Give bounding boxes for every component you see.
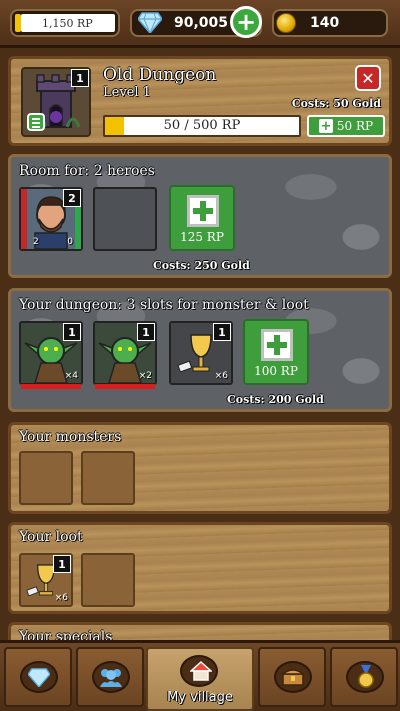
slot-quantity: ×2	[138, 371, 152, 381]
diamond-icon	[138, 12, 162, 33]
diamond-icon	[28, 668, 50, 687]
buy-gems-button[interactable]: +	[230, 6, 262, 38]
your-monsters-panel: Your monsters	[8, 422, 392, 514]
upgrade-cost: Costs: 50 Gold	[291, 97, 381, 110]
people-icon	[100, 669, 122, 687]
slot-quantity: ×6	[214, 371, 228, 381]
slot-quantity: ×4	[64, 371, 78, 381]
add-hero-slot-label: 125 RP	[180, 230, 224, 244]
gold-coin-icon	[276, 13, 296, 33]
loot-inventory-slot[interactable]: 1 ×6	[19, 553, 73, 607]
nav-shop-button[interactable]	[4, 647, 72, 707]
gold-value: 140	[310, 15, 340, 31]
nav-my-village-button[interactable]: My village	[146, 647, 254, 711]
rp-value: 1,150 RP	[42, 16, 93, 30]
monster-inventory-slot[interactable]	[81, 451, 135, 505]
slot-count-badge: 1	[213, 323, 231, 341]
hero-count-badge: 2	[63, 189, 81, 207]
bottom-navigation: My village	[0, 640, 400, 711]
top-bar: 1,150 RP 90,005 + 140	[0, 0, 400, 48]
plus-icon	[261, 329, 293, 361]
dungeon-level: Level 1	[103, 85, 151, 100]
your-loot-panel: Your loot 1 ×6	[8, 522, 392, 614]
plus-icon	[187, 195, 219, 227]
upgrade-label: 50 RP	[336, 119, 374, 133]
nav-my-village-label: My village	[167, 690, 233, 705]
dungeon-slots-panel: Your dungeon: 3 slots for monster & loot…	[8, 288, 392, 412]
nav-inventory-button[interactable]	[258, 647, 326, 707]
nav-achievements-button[interactable]	[330, 647, 398, 707]
empty-hero-slot[interactable]	[93, 187, 157, 251]
upgrade-dungeon-button[interactable]: + 50 RP	[307, 115, 385, 137]
slot-count-badge: 1	[137, 323, 155, 341]
add-dungeon-slot-label: 100 RP	[254, 364, 298, 378]
loot-slot[interactable]: 1 ×6	[169, 321, 233, 385]
dungeon-rp-progress-bar: 50 / 500 RP	[103, 115, 301, 137]
house-icon	[190, 661, 212, 681]
close-button[interactable]: ✕	[355, 65, 381, 91]
hero-slot[interactable]: 2 2 0	[19, 187, 83, 251]
monster-slot[interactable]: 1 ×4	[19, 321, 83, 389]
dungeon-slot-cost: Costs: 200 Gold	[227, 393, 324, 406]
monster-slot[interactable]: 1 ×2	[93, 321, 157, 389]
loot-inventory-slot[interactable]	[81, 553, 135, 607]
treasure-chest-icon	[282, 669, 304, 686]
your-monsters-title: Your monsters	[19, 429, 122, 445]
plus-icon: +	[318, 118, 333, 134]
dungeon-count-badge: 1	[71, 69, 89, 87]
progress-text: 50 / 500 RP	[163, 118, 241, 133]
heroes-slot-cost: Costs: 250 Gold	[153, 259, 250, 272]
add-hero-slot-button[interactable]: 125 RP	[169, 185, 235, 251]
monster-health-bar	[21, 384, 81, 389]
red-potion-count: 2	[33, 237, 39, 247]
add-dungeon-slot-button[interactable]: 100 RP	[243, 319, 309, 385]
monster-inventory-slot[interactable]	[19, 451, 73, 505]
loot-quantity: ×6	[54, 593, 68, 603]
medal-icon	[358, 665, 374, 688]
dungeon-menu-button[interactable]	[27, 113, 45, 131]
green-potion-count: 0	[67, 237, 73, 247]
dungeon-thumbnail[interactable]: 1	[21, 67, 91, 137]
monster-health-bar	[95, 384, 155, 389]
nav-heroes-button[interactable]	[76, 647, 144, 707]
heroes-room-panel: Room for: 2 heroes 2 2 0 125 RP Costs: 2…	[8, 154, 392, 278]
rp-counter: 1,150 RP	[10, 9, 120, 37]
loot-count-badge: 1	[53, 555, 71, 573]
dungeon-name: Old Dungeon	[103, 65, 217, 85]
dungeon-header-panel: 1 Old Dungeon Level 1 ✕ Costs: 50 Gold 5…	[8, 56, 392, 146]
your-loot-title: Your loot	[19, 529, 83, 545]
dungeon-slots-title: Your dungeon: 3 slots for monster & loot	[19, 297, 309, 313]
slot-count-badge: 1	[63, 323, 81, 341]
heroes-room-title: Room for: 2 heroes	[19, 163, 155, 179]
gem-value: 90,005	[174, 15, 229, 31]
